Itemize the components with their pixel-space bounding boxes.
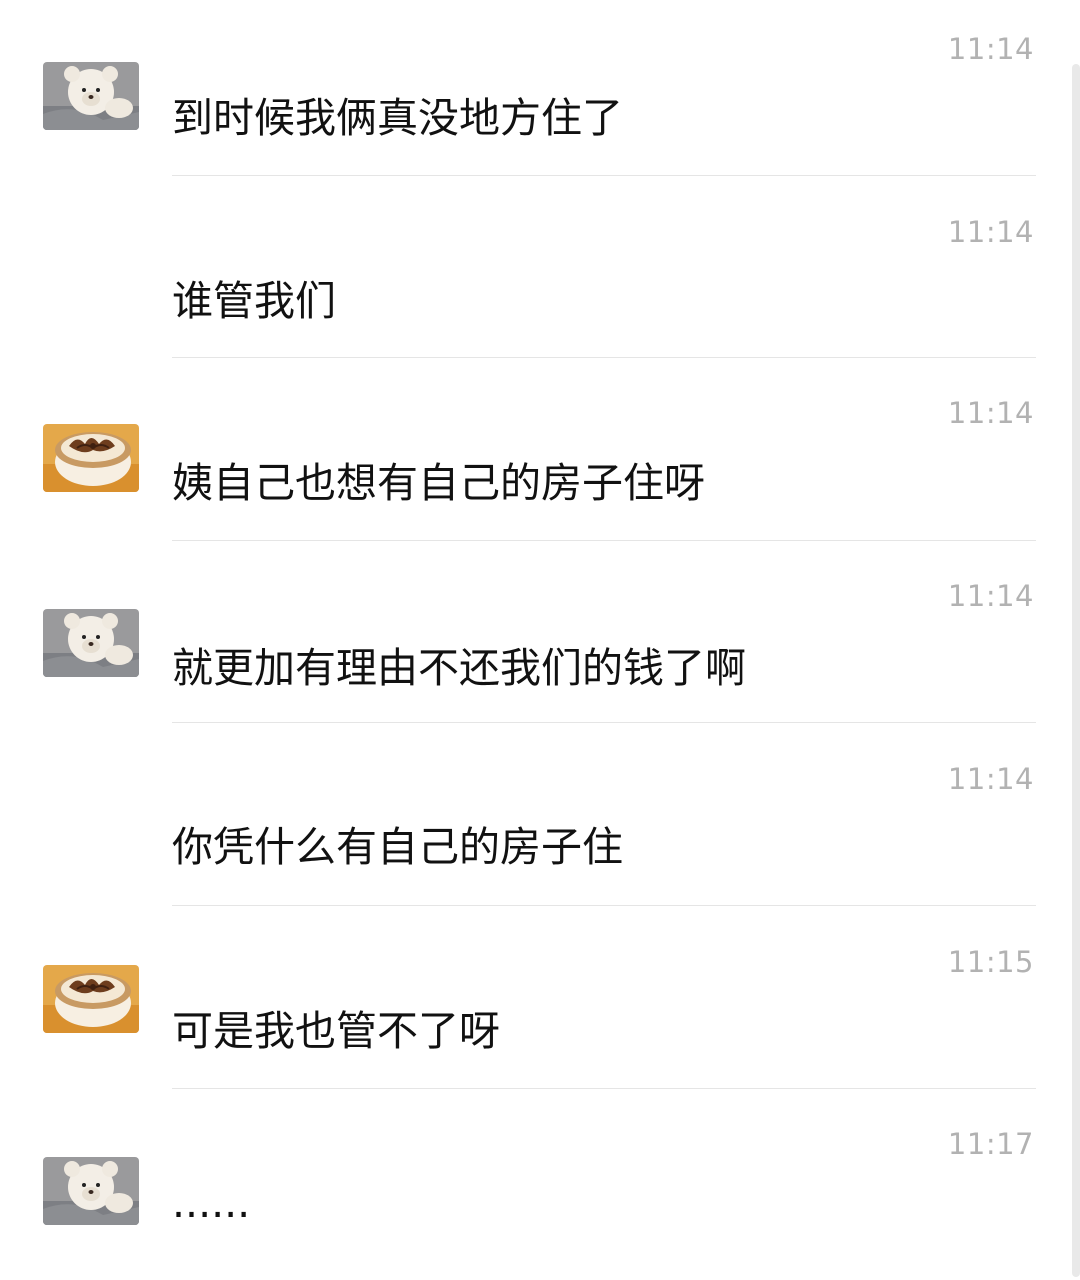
chat-message[interactable]: 11:14 就更加有理由不还我们的钱了啊 [0,549,1080,732]
chat-message[interactable]: 11:15 可是我也管不了呀 [0,915,1080,1098]
divider [172,722,1036,723]
teddy-bear-avatar[interactable] [43,609,139,677]
chat-message-list: 11:14 到时候我俩真没地方住了 11:14 谁管我们 11:14 姨自己也想… [0,0,1080,1277]
message-text: 姨自己也想有自己的房子住呀 [172,459,705,507]
divider [172,1088,1036,1089]
chat-message[interactable]: 11:14 到时候我俩真没地方住了 [0,0,1080,183]
divider [172,175,1036,176]
chat-message[interactable]: 11:17 ...... [0,1097,1080,1280]
message-time: 11:14 [947,396,1034,430]
message-time: 11:14 [947,579,1034,613]
teddy-bear-avatar[interactable] [43,62,139,130]
chat-message[interactable]: 11:14 谁管我们 [0,183,1080,366]
latte-art-avatar[interactable] [43,424,139,492]
message-time: 11:14 [947,762,1034,796]
message-time: 11:17 [947,1127,1034,1161]
message-text: 到时候我俩真没地方住了 [172,94,623,142]
message-text: ...... [172,1179,251,1227]
scrollbar[interactable] [1072,64,1080,1277]
message-text: 就更加有理由不还我们的钱了啊 [172,644,746,692]
divider [172,905,1036,906]
message-time: 11:14 [947,32,1034,66]
latte-art-avatar[interactable] [43,965,139,1033]
chat-message[interactable]: 11:14 姨自己也想有自己的房子住呀 [0,366,1080,549]
chat-message[interactable]: 11:14 你凭什么有自己的房子住 [0,732,1080,915]
message-time: 11:14 [947,215,1034,249]
message-text: 可是我也管不了呀 [172,1007,500,1055]
message-text: 你凭什么有自己的房子住 [172,823,623,871]
divider [172,540,1036,541]
divider [172,357,1036,358]
message-time: 11:15 [947,945,1034,979]
message-text: 谁管我们 [172,277,336,325]
teddy-bear-avatar[interactable] [43,1157,139,1225]
